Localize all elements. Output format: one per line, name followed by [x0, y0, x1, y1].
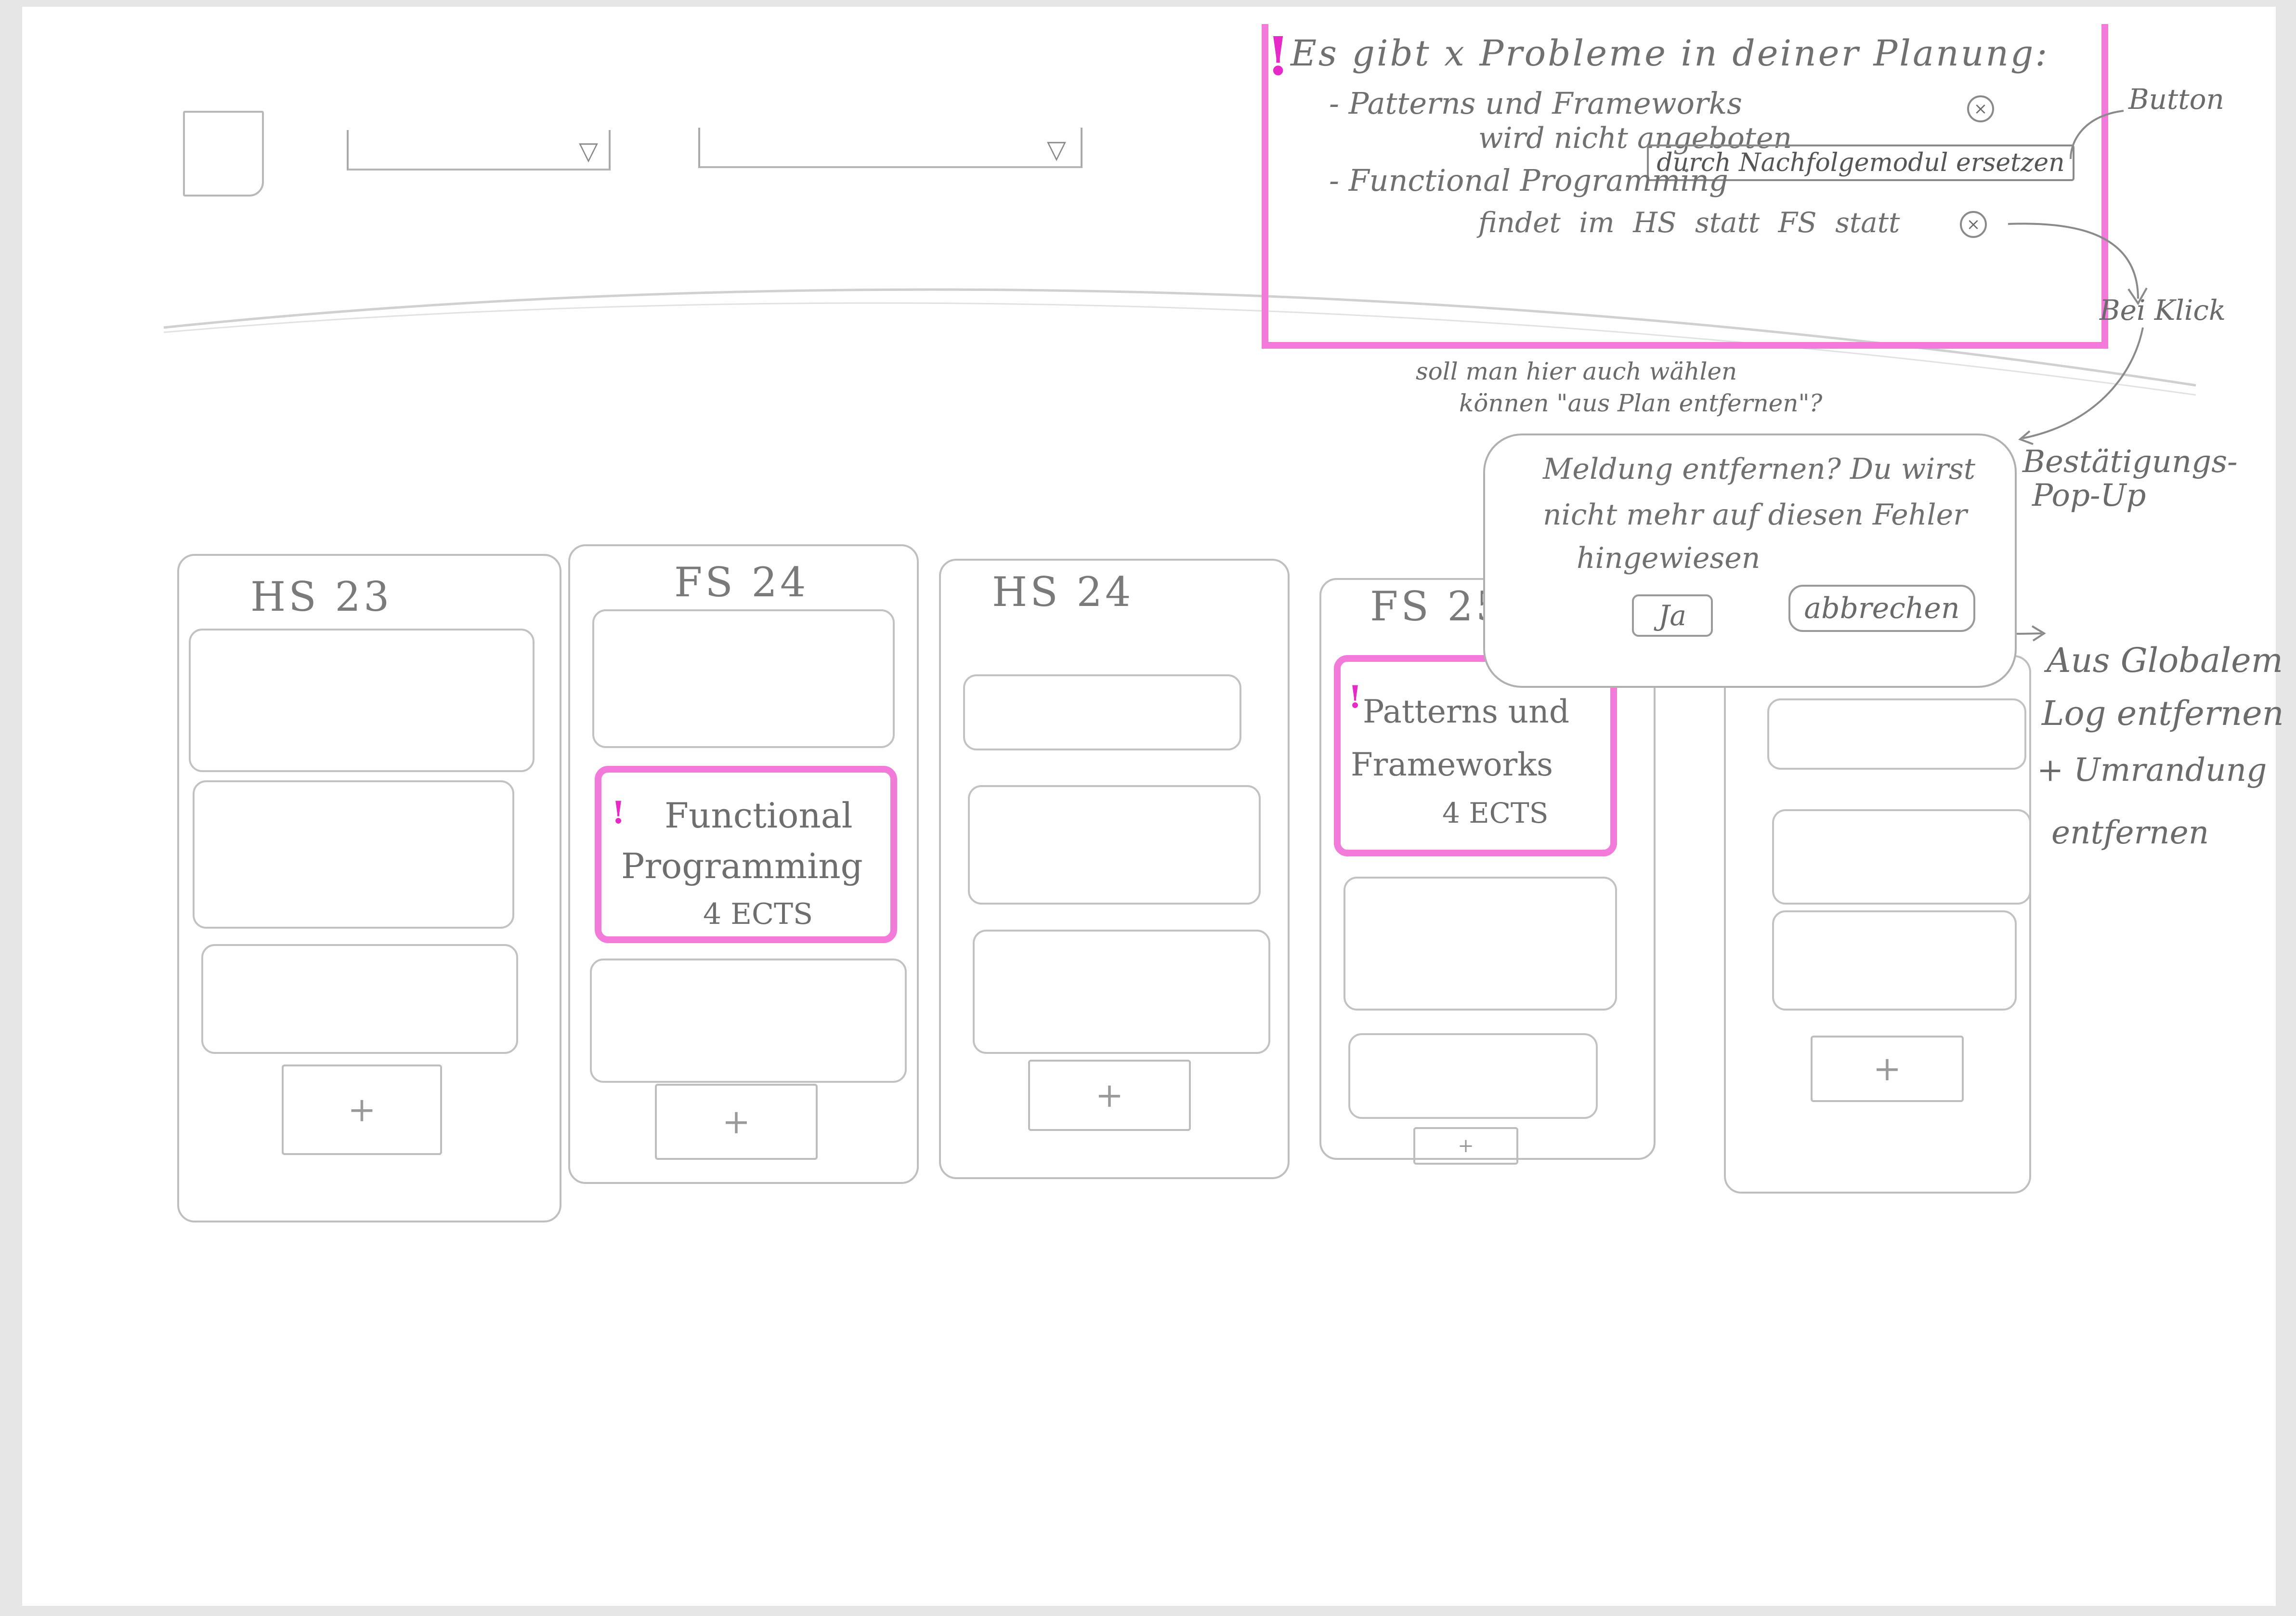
add-course-button[interactable]: + [655, 1084, 818, 1160]
course-slot[interactable] [592, 609, 895, 748]
popup-message-2: nicht mehr auf diesen Fehler [1543, 498, 1967, 532]
semester-title: FS 24 [674, 559, 809, 606]
semester-title: HS 23 [250, 573, 392, 620]
popup-message-1: Meldung entfernen? Du wirst [1543, 452, 1975, 486]
annotation-question-2: können "aus Plan entfernen"? [1459, 389, 1823, 417]
annotation-popup-2: Pop-Up [2032, 478, 2146, 513]
course-slot[interactable] [193, 780, 514, 929]
confirmation-popup: Meldung entfernen? Du wirst nicht mehr a… [1483, 434, 2017, 688]
add-course-button[interactable]: + [282, 1064, 442, 1155]
course-slot[interactable] [1772, 910, 2017, 1011]
popup-message-3: hingewiesen [1577, 541, 1761, 575]
annotation-after-3: + Umrandung [2037, 751, 2267, 788]
course-slot[interactable] [201, 944, 518, 1054]
confirm-button[interactable]: Ja [1632, 594, 1713, 637]
course-slot[interactable] [189, 629, 535, 772]
course-name-line2: Frameworks [1351, 746, 1553, 783]
annotation-after-2: Log entfernen [2042, 694, 2284, 733]
add-course-button[interactable]: + [1811, 1036, 1964, 1102]
warning-icon: ! [612, 795, 626, 831]
course-slot[interactable] [968, 785, 1261, 905]
cancel-button[interactable]: abbrechen [1788, 585, 1975, 632]
annotation-question-1: soll man hier auch wählen [1416, 357, 1737, 385]
annotation-after-4: entfernen [2051, 814, 2209, 851]
semester-title: HS 24 [992, 568, 1134, 616]
course-slot[interactable] [590, 959, 907, 1083]
course-slot[interactable] [973, 930, 1270, 1054]
annotation-bei-klick: Bei Klick [2100, 294, 2226, 327]
course-name-line1: Patterns und [1363, 693, 1570, 730]
course-slot[interactable] [1767, 698, 2026, 770]
course-name-line1: Functional [665, 795, 853, 836]
course-name-line2: Programming [621, 846, 863, 886]
warning-icon: ! [1348, 679, 1362, 715]
annotation-popup-1: Bestätigungs- [2022, 444, 2238, 480]
course-slot[interactable] [1348, 1033, 1598, 1119]
course-slot[interactable] [963, 674, 1241, 750]
cancel-label: abbrechen [1804, 591, 1960, 625]
course-ects: 4 ECTS [1442, 797, 1549, 829]
add-course-button[interactable]: + [1413, 1127, 1518, 1165]
course-ects: 4 ECTS [703, 897, 813, 931]
course-slot[interactable] [1772, 809, 2031, 905]
annotation-after-1: Aus Globalem [2047, 641, 2283, 680]
add-course-button[interactable]: + [1028, 1060, 1191, 1131]
course-slot[interactable] [1344, 877, 1617, 1011]
confirm-label: Ja [1658, 599, 1686, 632]
